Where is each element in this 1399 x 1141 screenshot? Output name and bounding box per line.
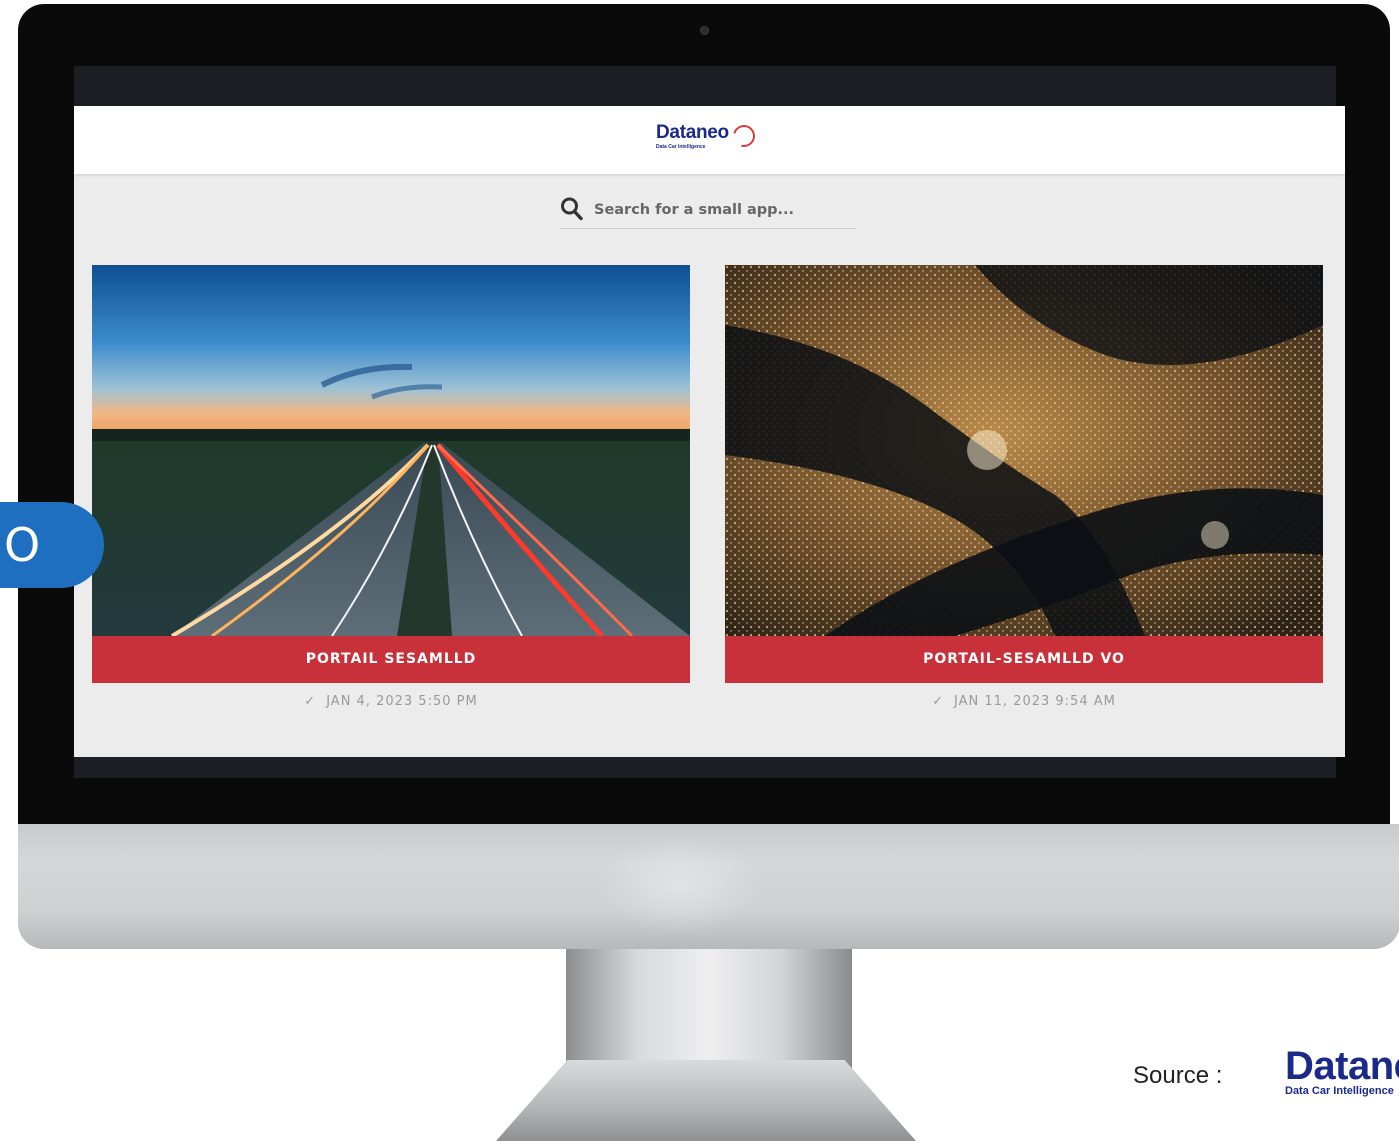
search-input[interactable] <box>594 198 844 222</box>
city-night-image[interactable] <box>725 265 1323 636</box>
camera-dot <box>700 26 709 35</box>
app-card[interactable]: PORTAIL SESAMLLD ✓ JAN 4, 2023 5:50 PM <box>92 265 690 709</box>
search-bar <box>560 196 856 229</box>
side-tab-label: O <box>4 518 41 572</box>
source-label: Source : <box>1133 1062 1223 1089</box>
app-date: ✓ JAN 11, 2023 9:54 AM <box>725 694 1323 709</box>
app-card[interactable]: PORTAIL-SESAMLLD VO ✓ JAN 11, 2023 9:54 A… <box>725 265 1323 709</box>
app-window: Dataneo Data Car Intelligence Search for… <box>74 106 1345 757</box>
monitor-chin-highlight <box>600 836 760 936</box>
logo-text: Dataneo <box>656 122 729 143</box>
checkmark-icon: ✓ <box>932 694 945 709</box>
app-title[interactable]: PORTAIL SESAMLLD <box>92 636 690 683</box>
monitor-stand-foot <box>496 1060 916 1141</box>
logo-tagline: Data Car Intelligence <box>656 144 706 150</box>
source-logo-text: Dataneo <box>1285 1045 1399 1088</box>
app-date: ✓ JAN 4, 2023 5:50 PM <box>92 694 690 709</box>
source-dataneo-logo: Dataneo Data Car Intelligence <box>1285 1045 1399 1105</box>
dataneo-logo[interactable]: Dataneo Data Car Intelligence <box>656 120 766 162</box>
app-title[interactable]: PORTAIL-SESAMLLD VO <box>725 636 1323 683</box>
logo-ring-icon <box>728 120 760 152</box>
app-date-text: JAN 11, 2023 9:54 AM <box>954 694 1116 709</box>
app-header: Dataneo Data Car Intelligence <box>74 106 1345 174</box>
highway-image[interactable] <box>92 265 690 636</box>
source-logo-tagline: Data Car Intelligence <box>1285 1085 1394 1097</box>
search-icon <box>560 196 584 222</box>
checkmark-icon: ✓ <box>304 694 317 709</box>
side-tab-button[interactable]: O <box>0 502 104 588</box>
monitor-stand-neck <box>566 949 852 1079</box>
app-date-text: JAN 4, 2023 5:50 PM <box>326 694 478 709</box>
